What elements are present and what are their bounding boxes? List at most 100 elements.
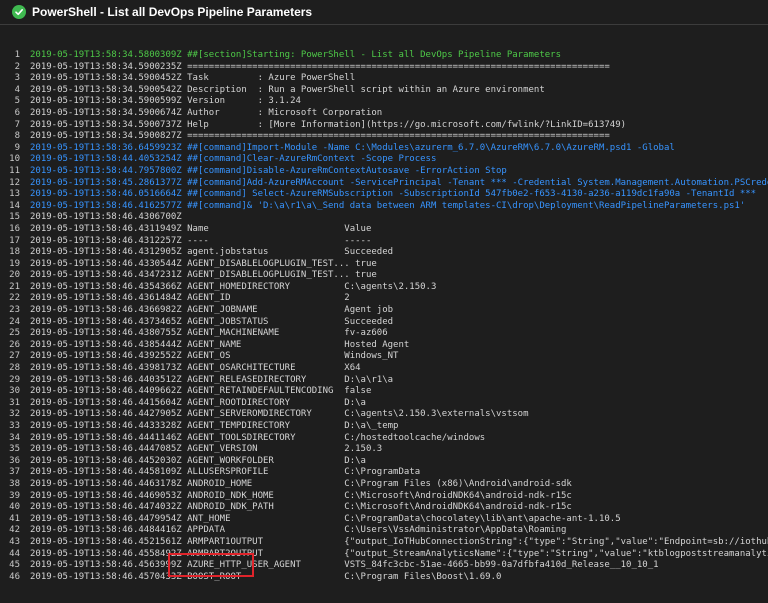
line-number[interactable]: 39 — [0, 491, 30, 503]
log-line-text: 2019-05-19T13:58:46.4452030Z AGENT_WORKF… — [30, 455, 366, 466]
log-line: 40 2019-05-19T13:58:46.4474032Z ANDROID_N… — [0, 502, 768, 514]
line-number[interactable]: 34 — [0, 433, 30, 445]
line-number[interactable]: 19 — [0, 259, 30, 271]
line-number[interactable]: 40 — [0, 502, 30, 514]
line-number[interactable]: 25 — [0, 328, 30, 340]
line-number[interactable]: 18 — [0, 247, 30, 259]
log-line-text: 2019-05-19T13:58:46.4409662Z AGENT_RETAI… — [30, 386, 372, 397]
log-line-text: 2019-05-19T13:58:46.4306700Z — [30, 212, 182, 223]
line-number[interactable]: 46 — [0, 572, 30, 584]
log-line-text: 2019-05-19T13:58:46.4458109Z ALLUSERSPRO… — [30, 467, 421, 478]
line-number[interactable]: 20 — [0, 270, 30, 282]
log-line: 30 2019-05-19T13:58:46.4409662Z AGENT_RET… — [0, 386, 768, 398]
line-number[interactable]: 21 — [0, 282, 30, 294]
line-number[interactable]: 1 — [0, 50, 30, 62]
log-line: 32 2019-05-19T13:58:46.4427905Z AGENT_SER… — [0, 409, 768, 421]
log-line-text: 2019-05-19T13:58:46.4162577Z ##[command]… — [30, 200, 746, 211]
log-line-text: 2019-05-19T13:58:46.4403512Z AGENT_RELEA… — [30, 374, 394, 385]
line-number[interactable]: 45 — [0, 560, 30, 572]
line-number[interactable]: 17 — [0, 236, 30, 248]
line-number[interactable]: 16 — [0, 224, 30, 236]
line-number[interactable]: 43 — [0, 537, 30, 549]
log-line: 25 2019-05-19T13:58:46.4380755Z AGENT_MAC… — [0, 328, 768, 340]
line-number[interactable]: 10 — [0, 154, 30, 166]
log-line: 14 2019-05-19T13:58:46.4162577Z ##[comman… — [0, 201, 768, 213]
line-number[interactable]: 7 — [0, 120, 30, 132]
log-line-text: 2019-05-19T13:58:46.4354366Z AGENT_HOMED… — [30, 281, 437, 292]
pipeline-log-viewer: PowerShell - List all DevOps Pipeline Pa… — [0, 0, 768, 603]
line-number[interactable]: 15 — [0, 212, 30, 224]
line-number[interactable]: 3 — [0, 73, 30, 85]
line-number[interactable]: 22 — [0, 293, 30, 305]
log-line: 29 2019-05-19T13:58:46.4403512Z AGENT_REL… — [0, 375, 768, 387]
log-output[interactable]: 1 2019-05-19T13:58:34.5800309Z ##[section… — [0, 50, 768, 583]
line-number[interactable]: 42 — [0, 525, 30, 537]
line-number[interactable]: 44 — [0, 549, 30, 561]
line-number[interactable]: 6 — [0, 108, 30, 120]
line-number[interactable]: 23 — [0, 305, 30, 317]
line-number[interactable]: 24 — [0, 317, 30, 329]
log-line: 26 2019-05-19T13:58:46.4385444Z AGENT_NAM… — [0, 340, 768, 352]
log-line-text: 2019-05-19T13:58:46.4570433Z BOOST_ROOT … — [30, 571, 502, 582]
log-line: 35 2019-05-19T13:58:46.4447085Z AGENT_VER… — [0, 444, 768, 456]
log-line-text: 2019-05-19T13:58:46.4479954Z ANT_HOME C:… — [30, 513, 621, 524]
log-line-text: 2019-05-19T13:58:46.4361484Z AGENT_ID 2 — [30, 293, 350, 304]
log-line-text: 2019-05-19T13:58:34.5900542Z Description… — [30, 84, 545, 95]
line-number[interactable]: 33 — [0, 421, 30, 433]
line-number[interactable]: 8 — [0, 131, 30, 143]
log-line: 46 2019-05-19T13:58:46.4570433Z BOOST_ROO… — [0, 572, 768, 584]
log-line: 4 2019-05-19T13:58:34.5900542Z Descriptio… — [0, 85, 768, 97]
line-number[interactable]: 14 — [0, 201, 30, 213]
log-line-text: 2019-05-19T13:58:46.4330544Z AGENT_DISAB… — [30, 258, 377, 269]
header-divider — [0, 24, 768, 25]
line-number[interactable]: 2 — [0, 62, 30, 74]
log-line: 36 2019-05-19T13:58:46.4452030Z AGENT_WOR… — [0, 456, 768, 468]
log-line-text: 2019-05-19T13:58:46.4433328Z AGENT_TEMPD… — [30, 421, 399, 431]
log-line: 15 2019-05-19T13:58:46.4306700Z — [0, 212, 768, 224]
line-number[interactable]: 5 — [0, 96, 30, 108]
line-number[interactable]: 30 — [0, 386, 30, 398]
line-number[interactable]: 31 — [0, 398, 30, 410]
log-line-text: 2019-05-19T13:58:46.4484416Z APPDATA C:\… — [30, 525, 567, 536]
line-number[interactable]: 41 — [0, 514, 30, 526]
line-number[interactable]: 13 — [0, 189, 30, 201]
log-line-text: 2019-05-19T13:58:46.4392552Z AGENT_OS Wi… — [30, 351, 399, 362]
line-number[interactable]: 4 — [0, 85, 30, 97]
line-number[interactable]: 29 — [0, 375, 30, 387]
log-line-text: 2019-05-19T13:58:46.4474032Z ANDROID_NDK… — [30, 502, 572, 513]
line-number[interactable]: 36 — [0, 456, 30, 468]
log-line: 43 2019-05-19T13:58:46.4521561Z ARMPART1O… — [0, 537, 768, 549]
line-number[interactable]: 35 — [0, 444, 30, 456]
line-number[interactable]: 28 — [0, 363, 30, 375]
log-line: 13 2019-05-19T13:58:46.0516664Z ##[comman… — [0, 189, 768, 201]
log-line: 16 2019-05-19T13:58:46.4311949Z Name Valu… — [0, 224, 768, 236]
log-line: 28 2019-05-19T13:58:46.4398173Z AGENT_OSA… — [0, 363, 768, 375]
line-number[interactable]: 26 — [0, 340, 30, 352]
log-line: 6 2019-05-19T13:58:34.5900674Z Author : M… — [0, 108, 768, 120]
log-line-text: 2019-05-19T13:58:46.4563999Z AZURE_HTTP_… — [30, 560, 659, 571]
log-line: 24 2019-05-19T13:58:46.4373465Z AGENT_JOB… — [0, 317, 768, 329]
log-line-text: 2019-05-19T13:58:46.4311949Z Name Value — [30, 223, 372, 234]
line-number[interactable]: 37 — [0, 467, 30, 479]
line-number[interactable]: 38 — [0, 479, 30, 491]
log-line: 3 2019-05-19T13:58:34.5900452Z Task : Azu… — [0, 73, 768, 85]
log-title: PowerShell - List all DevOps Pipeline Pa… — [32, 5, 313, 19]
log-line-text: 2019-05-19T13:58:46.4347231Z AGENT_DISAB… — [30, 270, 377, 281]
log-line: 19 2019-05-19T13:58:46.4330544Z AGENT_DIS… — [0, 259, 768, 271]
line-number[interactable]: 32 — [0, 409, 30, 421]
line-number[interactable]: 11 — [0, 166, 30, 178]
log-line: 38 2019-05-19T13:58:46.4463178Z ANDROID_H… — [0, 479, 768, 491]
log-line: 5 2019-05-19T13:58:34.5900599Z Version : … — [0, 96, 768, 108]
line-number[interactable]: 12 — [0, 178, 30, 190]
log-line-text: 2019-05-19T13:58:46.4398173Z AGENT_OSARC… — [30, 363, 361, 374]
line-number[interactable]: 27 — [0, 351, 30, 363]
log-line: 41 2019-05-19T13:58:46.4479954Z ANT_HOME … — [0, 514, 768, 526]
line-number[interactable]: 9 — [0, 143, 30, 155]
log-line: 44 2019-05-19T13:58:46.4558492Z ARMPART2O… — [0, 549, 768, 561]
log-line-text: 2019-05-19T13:58:46.4521561Z ARMPART1OUT… — [30, 536, 768, 547]
log-line: 10 2019-05-19T13:58:44.4053254Z ##[comman… — [0, 154, 768, 166]
log-line-text: 2019-05-19T13:58:36.6459923Z ##[command]… — [30, 142, 675, 153]
log-line: 2 2019-05-19T13:58:34.5900235Z ==========… — [0, 62, 768, 74]
log-line-text: 2019-05-19T13:58:46.4463178Z ANDROID_HOM… — [30, 478, 572, 489]
log-line: 1 2019-05-19T13:58:34.5800309Z ##[section… — [0, 50, 768, 62]
